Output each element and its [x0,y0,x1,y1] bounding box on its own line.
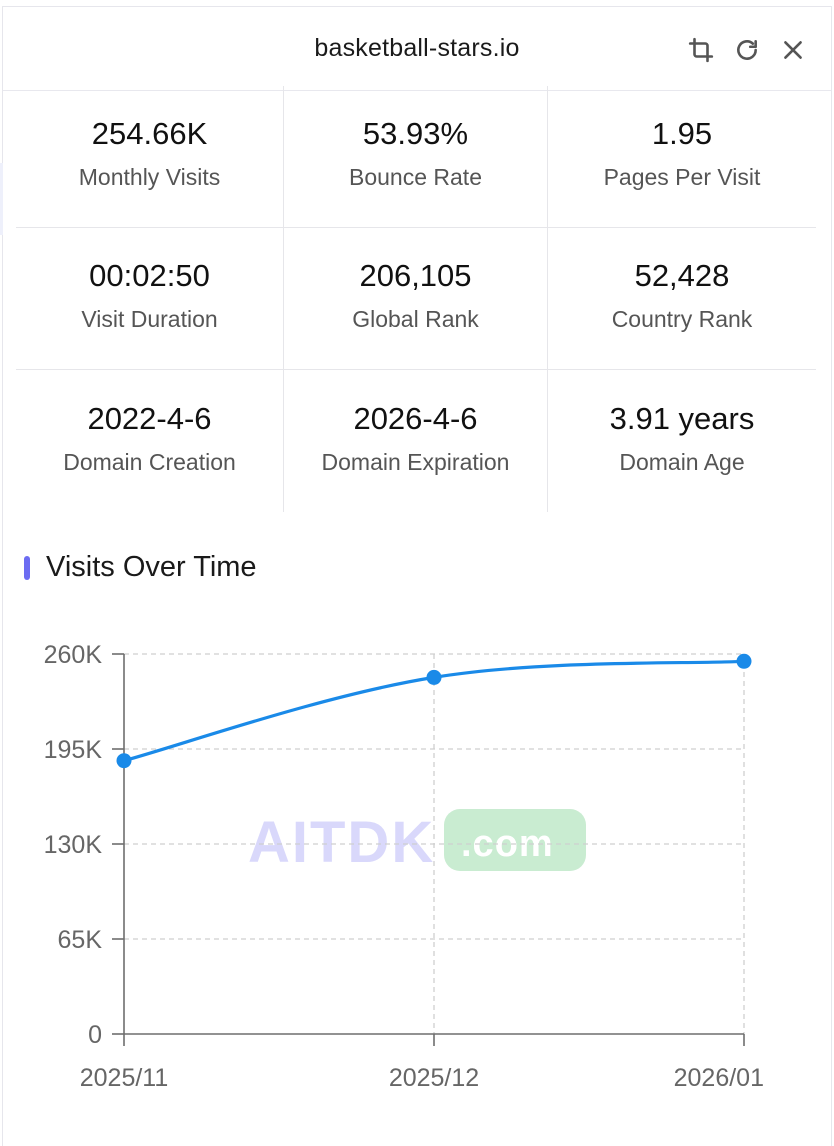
stats-grid: 254.66K Monthly Visits 53.93% Bounce Rat… [16,86,816,512]
stat-domain-expiration: 2026-4-6 Domain Expiration [284,370,548,512]
stat-domain-age: 3.91 years Domain Age [548,370,816,512]
stat-value: 2026-4-6 [353,400,478,436]
stat-pages-per-visit: 1.95 Pages Per Visit [548,86,816,228]
stat-label: Domain Expiration [321,448,510,475]
header-actions [687,36,807,64]
stat-country-rank: 52,428 Country Rank [548,228,816,370]
stat-label: Country Rank [611,306,753,332]
panel-header: basketball-stars.io [3,7,831,91]
stat-label: Global Rank [352,306,479,332]
section-title: Visits Over Time [46,551,257,583]
stat-label: Visit Duration [81,306,218,332]
stat-value: 52,428 [634,258,730,293]
stat-value: 00:02:50 [89,258,210,293]
stat-value: 1.95 [651,116,713,151]
stat-bounce-rate: 53.93% Bounce Rate [284,86,548,228]
stat-label: Domain Creation [63,448,236,475]
stat-label: Bounce Rate [349,164,482,190]
close-icon[interactable] [779,36,807,64]
stat-monthly-visits: 254.66K Monthly Visits [16,86,284,228]
stat-visit-duration: 00:02:50 Visit Duration [16,228,284,370]
stat-value: 206,105 [359,258,472,293]
stat-label: Pages Per Visit [603,164,761,190]
side-accent [0,163,3,235]
stat-domain-creation: 2022-4-6 Domain Creation [16,370,284,512]
stat-value: 3.91 years [609,400,755,436]
stat-value: 2022-4-6 [87,400,212,436]
stat-value: 254.66K [91,116,208,151]
stat-label: Monthly Visits [78,164,221,190]
stat-label: Domain Age [619,448,745,475]
stat-global-rank: 206,105 Global Rank [284,228,548,370]
section-heading: Visits Over Time [24,551,257,584]
refresh-icon[interactable] [733,36,761,64]
section-accent-bar [24,555,30,580]
crop-icon[interactable] [687,36,715,64]
stat-value: 53.93% [362,116,469,151]
